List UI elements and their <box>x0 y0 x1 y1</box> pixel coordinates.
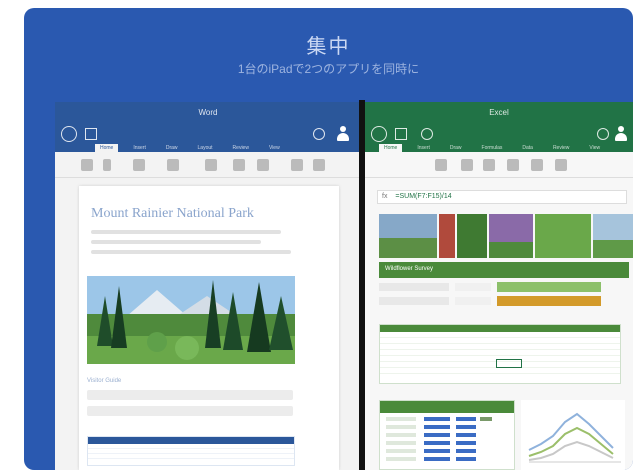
font-icon[interactable] <box>81 159 93 171</box>
mountain-forest-photo[interactable] <box>87 276 295 364</box>
share-person-icon[interactable] <box>337 126 349 142</box>
survey-band: Wildflower Survey <box>379 262 629 278</box>
word-app-bar: Word Home Insert Draw Layout Review View <box>55 102 361 154</box>
survey-table[interactable] <box>379 324 621 384</box>
save-icon[interactable] <box>395 128 407 140</box>
summary-row <box>379 282 629 292</box>
align-icon[interactable] <box>205 159 217 171</box>
word-ribbon <box>55 152 361 178</box>
panel-header <box>380 401 514 413</box>
text-line <box>91 250 291 254</box>
text-block <box>87 390 293 400</box>
fx-label: fx <box>382 193 388 200</box>
cells-icon[interactable] <box>555 159 567 171</box>
table-row <box>380 368 620 374</box>
document-page[interactable]: Mount Rainier National Park Visitor Guid… <box>79 186 339 470</box>
summary-row <box>379 296 629 306</box>
hero-subtitle: 1台のiPadで2つのアプリを同時に <box>237 62 420 76</box>
data-panel[interactable] <box>379 400 515 470</box>
document-title: Mount Rainier National Park <box>91 206 254 221</box>
word-table[interactable] <box>87 436 295 466</box>
summary-label <box>379 297 449 305</box>
text-line <box>91 230 281 234</box>
excel-app-bar: Excel Home Insert Draw Formulas Data Rev… <box>365 102 633 154</box>
excel-ribbon <box>365 152 633 178</box>
bold-icon[interactable] <box>133 159 145 171</box>
section-heading: Visitor Guide <box>87 378 122 384</box>
styles-icon[interactable] <box>257 159 269 171</box>
filter-icon[interactable] <box>507 159 519 171</box>
ipad-frame: 集中 1台のiPadで2つのアプリを同時に Word Home Insert D… <box>24 8 633 470</box>
table-header <box>88 437 294 444</box>
indent-icon[interactable] <box>233 159 245 171</box>
search-icon[interactable] <box>597 128 609 140</box>
save-icon[interactable] <box>85 128 97 140</box>
word-doc-name: Word <box>198 108 218 117</box>
summary-value <box>455 297 491 305</box>
table-row <box>88 454 294 459</box>
dropdown-icon[interactable] <box>103 159 111 171</box>
table-header <box>380 325 620 332</box>
format-icon[interactable] <box>435 159 447 171</box>
excel-pane: Excel Home Insert Draw Formulas Data Rev… <box>365 102 633 470</box>
back-icon[interactable] <box>371 126 387 142</box>
formula-value: =SUM(F7:F15)/14 <box>395 193 452 200</box>
sort-icon[interactable] <box>483 159 495 171</box>
line-chart[interactable] <box>521 400 625 470</box>
word-pane: Word Home Insert Draw Layout Review View <box>55 102 361 470</box>
share-person-icon[interactable] <box>615 126 627 142</box>
hero-title: 集中 <box>306 36 351 58</box>
hero-header: 集中 1台のiPadで2つのアプリを同時に <box>24 8 633 100</box>
text-block <box>87 406 293 416</box>
undo-icon[interactable] <box>421 128 433 140</box>
selected-cell[interactable] <box>496 359 522 368</box>
summary-bar <box>497 282 601 292</box>
bullets-icon[interactable] <box>167 159 179 171</box>
find-icon[interactable] <box>291 159 303 171</box>
chart-icon[interactable] <box>531 159 543 171</box>
summary-value <box>455 283 491 291</box>
more-icon[interactable] <box>313 159 325 171</box>
text-line <box>91 240 261 244</box>
number-format-icon[interactable] <box>461 159 473 171</box>
excel-doc-name: Excel <box>489 108 509 117</box>
summary-bar <box>497 296 601 306</box>
summary-label <box>379 283 449 291</box>
search-icon[interactable] <box>313 128 325 140</box>
photo-strip[interactable] <box>379 214 633 258</box>
formula-bar[interactable]: fx =SUM(F7:F15)/14 <box>377 190 627 204</box>
back-icon[interactable] <box>61 126 77 142</box>
